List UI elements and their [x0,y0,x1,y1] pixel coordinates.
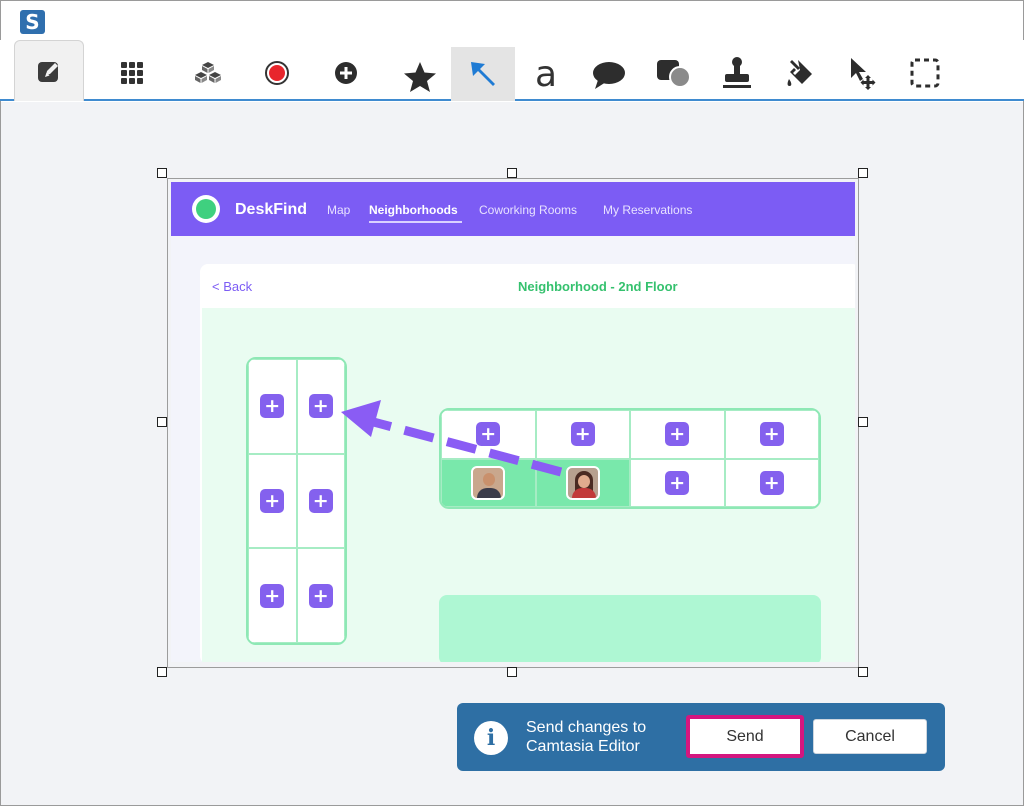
callout-icon [593,62,625,89]
dashed-arrow-annotation[interactable] [171,182,855,662]
arrow-tool-icon [471,62,495,86]
selection-icon [910,58,940,88]
shapes-icon [657,60,690,88]
resize-handle-bottom-left[interactable] [157,667,167,677]
arrow-tool[interactable] [451,47,515,101]
fill-icon [787,60,812,86]
resize-handle-top[interactable] [507,168,517,178]
notification-text: Send changes to Camtasia Editor [526,718,686,756]
callout-tool[interactable] [577,48,641,102]
snagit-logo-icon: S [20,10,45,34]
notification-line-2: Camtasia Editor [526,738,640,755]
move-cursor-icon [851,58,876,90]
text-tool[interactable]: a [514,48,578,102]
add-tool[interactable] [314,46,378,100]
text-tool-icon: a [534,54,558,95]
grid-tool[interactable] [100,46,164,100]
favorites-tool[interactable] [388,50,452,104]
send-changes-notification: i Send changes to Camtasia Editor Send C… [457,703,945,771]
fill-tool[interactable] [768,46,832,100]
resize-handle-top-left[interactable] [157,168,167,178]
selection-tool[interactable] [893,46,957,100]
edit-tab-icon [38,62,58,82]
resize-handle-left[interactable] [157,417,167,427]
notification-line-1: Send changes to [526,719,647,736]
resize-handle-bottom[interactable] [507,667,517,677]
shapes-tool[interactable] [641,46,705,100]
record-tool[interactable] [245,46,309,100]
toolbar: a [0,40,1024,101]
move-tool[interactable] [830,46,894,100]
add-circle-icon [335,62,357,84]
resize-handle-right[interactable] [858,417,868,427]
send-button[interactable]: Send [686,715,804,758]
cubes-tool[interactable] [176,46,240,100]
info-icon: i [474,721,508,755]
resize-handle-bottom-right[interactable] [858,667,868,677]
cubes-icon [195,62,221,83]
stamp-icon [723,57,751,88]
captured-screenshot[interactable]: DeskFind Map Neighborhoods Coworking Roo… [171,182,855,662]
resize-handle-top-right[interactable] [858,168,868,178]
edit-tab[interactable] [14,40,84,101]
cancel-button[interactable]: Cancel [813,719,927,754]
grid-icon [121,62,143,84]
record-icon [265,61,289,85]
star-icon [404,62,436,92]
stamp-tool[interactable] [705,46,769,100]
